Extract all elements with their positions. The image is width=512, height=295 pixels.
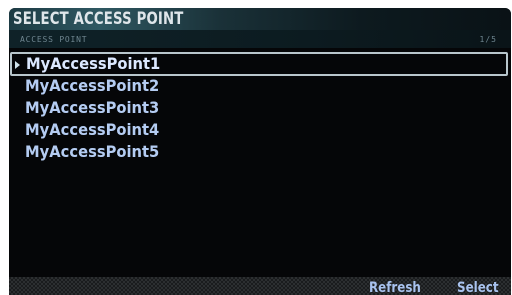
list-item-label: MyAccessPoint1: [26, 54, 161, 73]
list-header-label: ACCESS POINT: [20, 35, 88, 44]
list-item-access-point-5[interactable]: MyAccessPoint5: [9, 142, 509, 164]
caret-right-icon: [15, 61, 20, 69]
list-item-label: MyAccessPoint5: [25, 142, 160, 161]
list-item-label: MyAccessPoint4: [25, 120, 160, 139]
page-indicator: 1/5: [479, 35, 497, 44]
list-item-access-point-2[interactable]: MyAccessPoint2: [9, 76, 509, 98]
list-item-label: MyAccessPoint2: [25, 76, 160, 95]
list-item-label: MyAccessPoint3: [25, 98, 160, 117]
device-screen: SELECT ACCESS POINT ACCESS POINT 1/5 MyA…: [9, 8, 511, 295]
list-item-access-point-1[interactable]: MyAccessPoint1: [10, 52, 508, 76]
page-title: SELECT ACCESS POINT: [13, 9, 184, 29]
select-button[interactable]: Select: [457, 280, 499, 295]
list-item-access-point-3[interactable]: MyAccessPoint3: [9, 98, 509, 120]
function-bar: Refresh Select: [9, 277, 511, 295]
list-item-access-point-4[interactable]: MyAccessPoint4: [9, 120, 509, 142]
refresh-button[interactable]: Refresh: [369, 280, 421, 295]
title-bar: SELECT ACCESS POINT: [9, 8, 511, 30]
list-header: ACCESS POINT 1/5: [9, 30, 511, 48]
